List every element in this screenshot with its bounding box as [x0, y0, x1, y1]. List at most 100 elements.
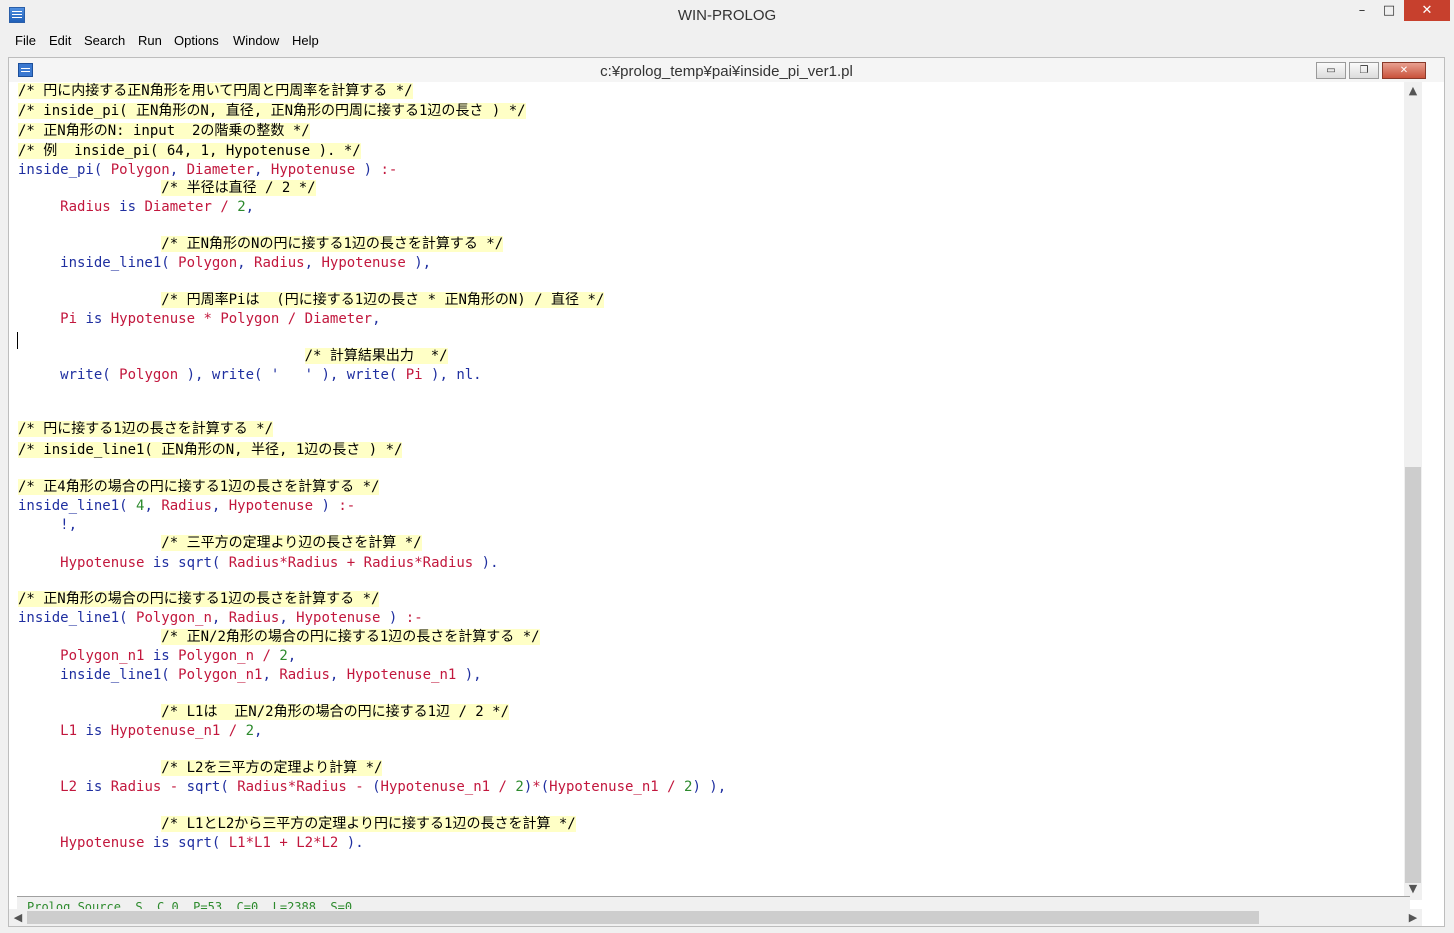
code-token: is sqrt(: [144, 555, 229, 571]
code-variable: Hypotenuse: [296, 610, 381, 626]
code-token: *: [245, 835, 255, 851]
code-token: *: [414, 555, 423, 571]
code-token: inside_line1(: [18, 610, 137, 626]
menu-file[interactable]: File: [15, 33, 36, 48]
code-line[interactable]: Hypotenuse is sqrt( L1*L1 + L2*L2 ).: [18, 834, 364, 853]
scroll-left-icon[interactable]: ◀: [9, 911, 27, 924]
code-line[interactable]: /* L1とL2から三平方の定理より円に接する1辺の長さを計算 */: [18, 815, 576, 834]
code-comment: /* 正N角形の場合の円に接する1辺の長さを計算する */: [18, 591, 380, 607]
code-token: ): [355, 162, 381, 178]
code-token: *: [532, 779, 541, 795]
code-comment: /* inside_line1( 正N角形のN, 半径, 1辺の長さ ) */: [18, 442, 403, 458]
code-line[interactable]: /* L1は 正N/2角形の場合の円に接する1辺 / 2 */: [18, 703, 510, 722]
code-line[interactable]: /* L2を三平方の定理より計算 */: [18, 759, 383, 778]
horizontal-scrollbar[interactable]: ◀ ▶: [9, 909, 1422, 926]
vertical-scroll-thumb[interactable]: [1405, 467, 1421, 883]
code-token: ,: [169, 162, 187, 178]
code-line[interactable]: inside_line1( Polygon_n, Radius, Hypoten…: [18, 609, 423, 628]
code-line[interactable]: L2 is Radius - sqrt( Radius*Radius - (Hy…: [18, 778, 726, 797]
code-variable: Polygon_n: [136, 610, 212, 626]
code-line[interactable]: /* 正N角形のNの円に接する1辺の長さを計算する */: [18, 235, 504, 254]
document-title: c:¥prolog_temp¥pai¥inside_pi_ver1.pl: [600, 63, 853, 80]
code-variable: Radius: [363, 555, 415, 571]
code-token: 2: [515, 779, 524, 795]
code-line[interactable]: Polygon_n1 is Polygon_n / 2,: [18, 647, 296, 666]
code-line[interactable]: !,: [18, 516, 77, 535]
code-line[interactable]: L1 is Hypotenuse_n1 / 2,: [18, 722, 262, 741]
code-token: *: [287, 779, 297, 795]
menu-options[interactable]: Options: [174, 33, 219, 48]
outer-scrollbar[interactable]: [1446, 57, 1454, 927]
code-token: ): [380, 610, 406, 626]
code-line[interactable]: /* 正4角形の場合の円に接する1辺の長さを計算する */: [18, 478, 380, 497]
code-comment: /* L1とL2から三平方の定理より円に接する1辺の長さを計算 */: [161, 816, 576, 832]
code-line[interactable]: write( Polygon ), write( ' ' ), write( P…: [18, 366, 481, 385]
code-line[interactable]: inside_pi( Polygon, Diameter, Hypotenuse…: [18, 161, 397, 180]
code-line[interactable]: /* 正N角形のN: input 2の階乗の整数 */: [18, 122, 310, 141]
code-token: ,: [254, 723, 263, 739]
menu-window[interactable]: Window: [233, 33, 279, 48]
scroll-down-icon[interactable]: ▼: [1404, 882, 1422, 895]
code-token: ,: [304, 255, 322, 271]
code-variable: Hypotenuse: [110, 311, 196, 327]
code-line[interactable]: /* 円周率Piは (円に接する1辺の長さ * 正N角形のN) / 直径 */: [18, 291, 605, 310]
code-comment: /* 計算結果出力 */: [304, 348, 448, 364]
code-token: inside_line1(: [18, 255, 179, 271]
code-comment: /* 円に接する1辺の長さを計算する */: [18, 421, 274, 437]
code-token: /: [211, 199, 238, 215]
code-token: inside_pi(: [18, 162, 111, 178]
code-line[interactable]: Radius is Diameter / 2,: [18, 198, 254, 217]
menu-help[interactable]: Help: [292, 33, 319, 48]
code-token: ), write( ' ' ), write(: [178, 367, 406, 383]
code-variable: Hypotenuse: [60, 835, 145, 851]
horizontal-scroll-thumb[interactable]: [27, 911, 1259, 924]
minimize-button[interactable]: –: [1347, 0, 1377, 21]
code-token: ,: [287, 648, 297, 664]
code-variable: L2: [296, 835, 314, 851]
code-token: 2: [279, 648, 288, 664]
menu-search[interactable]: Search: [84, 33, 125, 48]
code-line[interactable]: inside_line1( Polygon_n1, Radius, Hypote…: [18, 666, 481, 685]
doc-restore-button[interactable]: ❐: [1349, 62, 1379, 79]
close-button[interactable]: ✕: [1404, 0, 1450, 21]
code-line[interactable]: /* 三平方の定理より辺の長さを計算 */: [18, 534, 422, 553]
code-line[interactable]: /* 例 inside_pi( 64, 1, Hypotenuse ). */: [18, 142, 361, 161]
vertical-scrollbar[interactable]: ▲ ▼: [1404, 82, 1422, 900]
doc-close-button[interactable]: ✕: [1382, 62, 1426, 79]
code-line[interactable]: /* 円に内接する正N角形を用いて円周と円周率を計算する */: [18, 82, 413, 101]
code-line[interactable]: /* inside_pi( 正N角形のN, 直径, 正N角形の円周に接する1辺の…: [18, 102, 526, 121]
scroll-right-icon[interactable]: ▶: [1404, 911, 1422, 924]
code-line[interactable]: /* 正N/2角形の場合の円に接する1辺の長さを計算する */: [18, 628, 540, 647]
code-token: /: [254, 648, 280, 664]
code-variable: Radius: [287, 555, 339, 571]
code-line[interactable]: Pi is Hypotenuse * Polygon / Diameter,: [18, 310, 380, 329]
maximize-button[interactable]: □: [1374, 0, 1404, 21]
code-variable: Polygon_n: [178, 648, 255, 664]
code-variable: Diameter: [144, 199, 212, 215]
code-variable: Polygon: [178, 255, 238, 271]
menu-run[interactable]: Run: [138, 33, 162, 48]
code-line[interactable]: Hypotenuse is sqrt( Radius*Radius + Radi…: [18, 554, 498, 573]
code-line[interactable]: /* inside_line1( 正N角形のN, 半径, 1辺の長さ ) */: [18, 441, 403, 460]
code-token: *: [313, 835, 322, 851]
code-variable: Radius: [422, 555, 474, 571]
code-line[interactable]: /* 円に接する1辺の長さを計算する */: [18, 420, 274, 439]
menu-edit[interactable]: Edit: [49, 33, 71, 48]
code-comment: /* L1は 正N/2角形の場合の円に接する1辺 / 2 */: [161, 704, 510, 720]
scroll-up-icon[interactable]: ▲: [1404, 84, 1422, 97]
code-comment: /* 半径は直径 / 2 */: [161, 180, 316, 196]
code-variable: Radius: [237, 779, 288, 795]
code-line[interactable]: inside_line1( 4, Radius, Hypotenuse ) :-: [18, 497, 355, 516]
code-line[interactable]: /* 半径は直径 / 2 */: [18, 179, 316, 198]
doc-minimize-button[interactable]: ▭: [1316, 62, 1346, 79]
code-line[interactable]: inside_line1( Polygon, Radius, Hypotenus…: [18, 254, 431, 273]
code-editor[interactable]: /* 円に内接する正N角形を用いて円周と円周率を計算する *//* inside…: [9, 82, 1402, 896]
code-token: (: [372, 779, 381, 795]
code-token: /: [658, 779, 685, 795]
code-line[interactable]: /* 正N角形の場合の円に接する1辺の長さを計算する */: [18, 590, 380, 609]
code-line[interactable]: /* 計算結果出力 */: [18, 347, 448, 366]
